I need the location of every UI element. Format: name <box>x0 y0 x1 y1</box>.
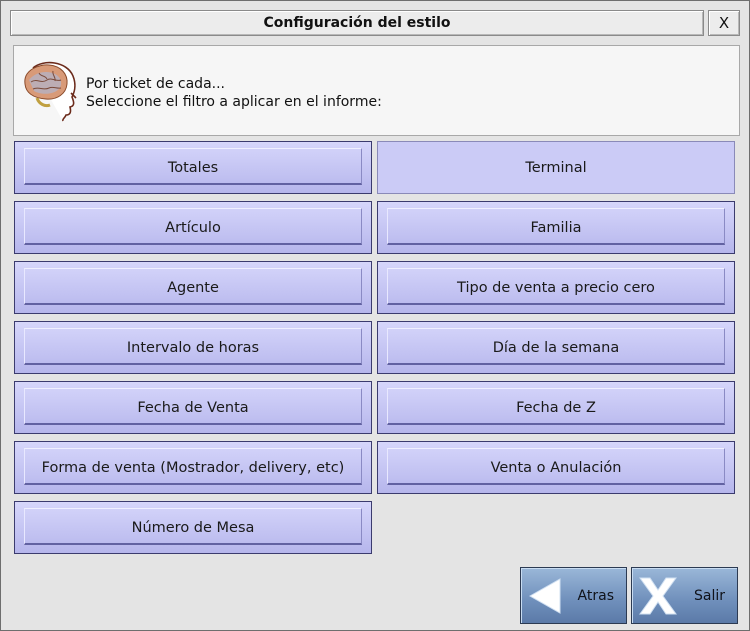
filter-option-label: Artículo <box>165 219 221 236</box>
back-button[interactable]: Atras <box>520 567 627 624</box>
filter-option-label: Fecha de Z <box>516 399 596 416</box>
close-button[interactable]: X <box>708 10 740 36</box>
filter-option-button[interactable]: Totales <box>14 141 372 194</box>
filter-option-button[interactable]: Agente <box>14 261 372 314</box>
exit-label: Salir <box>693 588 725 604</box>
style-config-dialog: Configuración del estilo X Por ticket de… <box>0 0 750 631</box>
filter-option-button[interactable]: Intervalo de horas <box>14 321 372 374</box>
x-icon <box>639 577 677 615</box>
filter-option-button[interactable]: Venta o Anulación <box>377 441 735 494</box>
filter-option-button[interactable]: Tipo de venta a precio cero <box>377 261 735 314</box>
filter-option-button[interactable]: Forma de venta (Mostrador, delivery, etc… <box>14 441 372 494</box>
filter-option-label: Fecha de Venta <box>137 399 249 416</box>
info-text: Por ticket de cada... Seleccione el filt… <box>86 75 382 111</box>
exit-button[interactable]: Salir <box>631 567 738 624</box>
filter-option-label: Intervalo de horas <box>126 339 260 356</box>
left-arrow-icon <box>528 578 561 614</box>
filter-option-label: Totales <box>167 159 219 176</box>
filter-option-label: Venta o Anulación <box>490 459 622 476</box>
back-label: Atras <box>577 588 614 604</box>
info-line-1: Por ticket de cada... <box>86 76 225 92</box>
filter-option-button[interactable]: Familia <box>377 201 735 254</box>
filter-option-button[interactable]: Artículo <box>14 201 372 254</box>
filter-option-label: Tipo de venta a precio cero <box>457 279 655 296</box>
filter-option-button[interactable]: Fecha de Venta <box>14 381 372 434</box>
filter-option-label: Terminal <box>525 159 587 176</box>
info-panel: Por ticket de cada... Seleccione el filt… <box>13 45 740 136</box>
filter-option-label: Agente <box>167 279 219 296</box>
filter-option-label: Forma de venta (Mostrador, delivery, etc… <box>41 459 345 476</box>
filter-option-label: Número de Mesa <box>131 519 255 536</box>
brain-head-icon <box>24 61 77 122</box>
dialog-title: Configuración del estilo <box>10 10 704 36</box>
filter-option-label: Día de la semana <box>492 339 620 356</box>
filter-option-label: Familia <box>530 219 582 236</box>
filter-option-button[interactable]: Número de Mesa <box>14 501 372 554</box>
filter-option-button[interactable]: Fecha de Z <box>377 381 735 434</box>
filter-option-button[interactable]: Terminal <box>377 141 735 194</box>
info-line-2: Seleccione el filtro a aplicar en el inf… <box>86 94 382 110</box>
filter-option-button[interactable]: Día de la semana <box>377 321 735 374</box>
